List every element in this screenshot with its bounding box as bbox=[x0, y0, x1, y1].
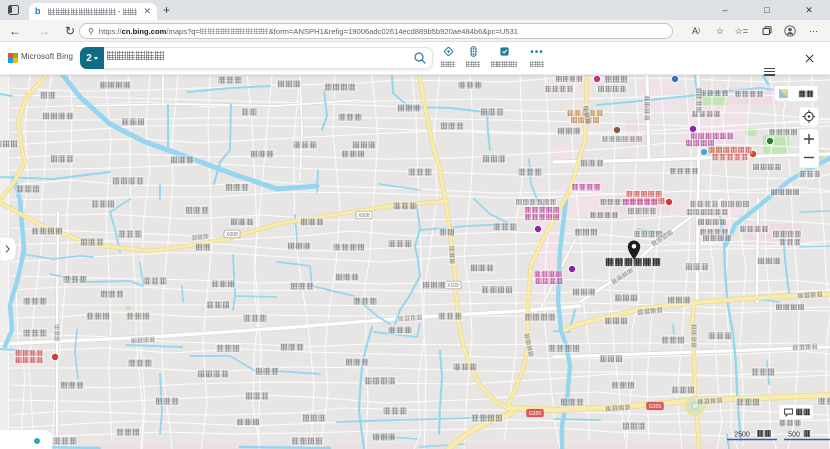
svg-text:500: 500 bbox=[788, 432, 800, 439]
svg-text:X008: X008 bbox=[226, 232, 238, 238]
svg-text:G320: G320 bbox=[649, 404, 661, 410]
svg-text:G320: G320 bbox=[529, 411, 541, 417]
svg-text:X109: X109 bbox=[447, 283, 459, 289]
svg-text:X008: X008 bbox=[358, 213, 370, 219]
svg-text:2500: 2500 bbox=[734, 432, 750, 439]
